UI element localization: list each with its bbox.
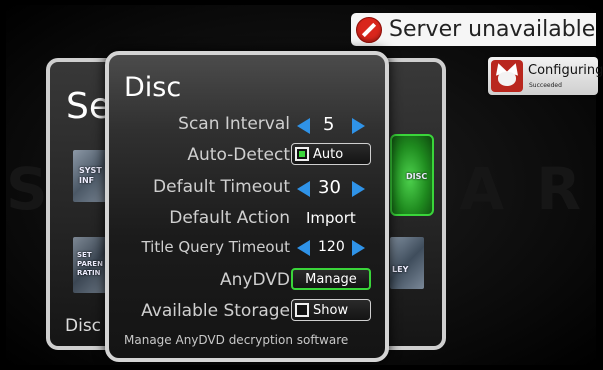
panel-title: Disc bbox=[124, 72, 182, 103]
default-timeout-value: 30 bbox=[318, 177, 341, 198]
default-action-label: Default Action bbox=[169, 208, 290, 228]
default-timeout-label: Default Timeout bbox=[153, 177, 290, 197]
default-timeout-increase-icon[interactable] bbox=[352, 181, 365, 197]
available-storage-value: Show bbox=[313, 302, 349, 318]
notification-title: Configuring bbox=[528, 63, 603, 78]
default-action-value[interactable]: Import bbox=[306, 209, 356, 227]
server-status-banner[interactable]: Server unavailable bbox=[351, 13, 596, 46]
checkbox-unchecked-icon bbox=[295, 303, 309, 317]
right-card-tile[interactable]: LEY bbox=[390, 237, 424, 289]
configuring-notification: Configuring Succeeded bbox=[488, 57, 603, 95]
scan-interval-decrease-icon[interactable] bbox=[297, 118, 310, 134]
notification-subtitle: Succeeded bbox=[529, 82, 562, 89]
anydvd-label: AnyDVD bbox=[220, 270, 290, 290]
fox-logo-icon bbox=[491, 60, 523, 92]
checkbox-checked-icon bbox=[295, 147, 309, 161]
scan-interval-label: Scan Interval bbox=[178, 114, 290, 134]
title-query-timeout-value: 120 bbox=[318, 239, 345, 255]
auto-detect-checkbox[interactable]: Auto bbox=[291, 143, 371, 165]
disc-tile[interactable]: DISC bbox=[390, 134, 434, 216]
anydvd-manage-button[interactable]: Manage bbox=[291, 268, 371, 290]
scan-interval-value: 5 bbox=[323, 114, 335, 135]
auto-detect-value: Auto bbox=[313, 146, 344, 162]
available-storage-label: Available Storage bbox=[141, 301, 290, 321]
scan-interval-increase-icon[interactable] bbox=[352, 118, 365, 134]
title-query-timeout-increase-icon[interactable] bbox=[352, 240, 365, 256]
panel-help-text: Manage AnyDVD decryption software bbox=[124, 333, 349, 347]
auto-detect-label: Auto-Detect bbox=[187, 145, 290, 165]
no-entry-icon bbox=[356, 16, 382, 43]
left-card-footer: Disc bbox=[65, 316, 102, 336]
default-timeout-decrease-icon[interactable] bbox=[297, 181, 310, 197]
title-query-timeout-label: Title Query Timeout bbox=[141, 238, 290, 256]
title-query-timeout-decrease-icon[interactable] bbox=[297, 240, 310, 256]
available-storage-checkbox[interactable]: Show bbox=[291, 299, 371, 321]
server-status-text: Server unavailable bbox=[389, 17, 596, 42]
